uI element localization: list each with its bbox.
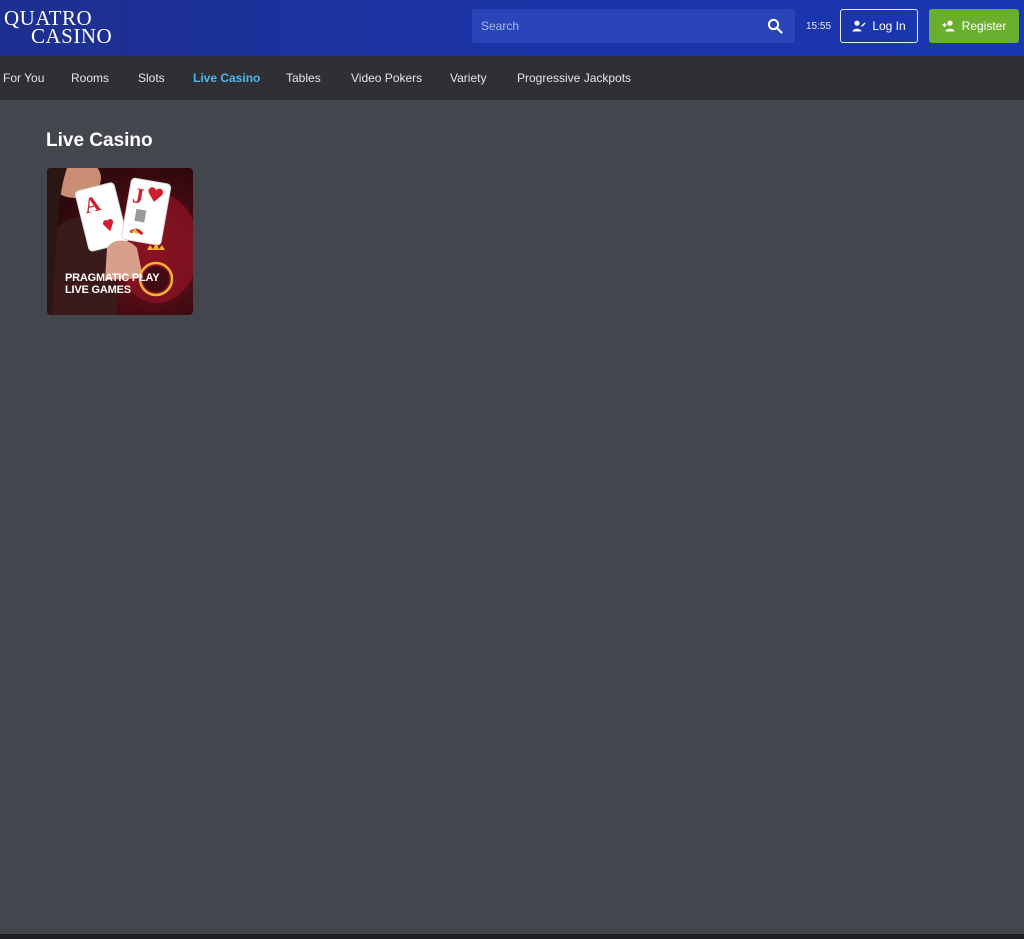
- register-button[interactable]: Register: [929, 9, 1019, 43]
- register-label: Register: [961, 19, 1007, 33]
- logo-line2: CASINO: [31, 24, 113, 48]
- nav-item-variety[interactable]: Variety: [450, 71, 486, 85]
- nav-item-tables[interactable]: Tables: [286, 71, 321, 85]
- tile-brand-text: PRAGMATIC PLAY LIVE GAMES: [65, 272, 175, 296]
- category-nav: For You Rooms Slots Live Casino Tables V…: [0, 56, 1024, 100]
- tile-brand-line1: PRAGMATIC PLAY: [65, 272, 160, 284]
- nav-item-rooms[interactable]: Rooms: [71, 71, 109, 85]
- nav-item-for-you[interactable]: For You: [3, 71, 44, 85]
- login-button[interactable]: Log In: [840, 9, 918, 43]
- search-input[interactable]: [472, 9, 762, 43]
- search-icon[interactable]: [767, 18, 783, 34]
- tile-brand-line2: LIVE GAMES: [65, 284, 131, 296]
- user-login-icon: [852, 20, 866, 32]
- nav-item-progressive-jackpots[interactable]: Progressive Jackpots: [517, 71, 631, 85]
- login-label: Log In: [872, 19, 906, 33]
- quatro-casino-logo[interactable]: QUATRO CASINO: [4, 6, 114, 48]
- page-title: Live Casino: [46, 130, 153, 151]
- add-user-icon: [942, 20, 955, 32]
- top-header: QUATRO CASINO 15:55 Log In Register: [0, 0, 1024, 56]
- clock: 15:55: [806, 21, 832, 32]
- bottom-edge: [0, 934, 1024, 939]
- nav-item-live-casino[interactable]: Live Casino: [193, 71, 260, 85]
- game-tile-pragmatic-live[interactable]: A J PRAGMATIC PLAY LIVE GAMES: [47, 168, 193, 315]
- nav-item-slots[interactable]: Slots: [138, 71, 165, 85]
- nav-item-video-pokers[interactable]: Video Pokers: [351, 71, 422, 85]
- search-box: [472, 9, 795, 43]
